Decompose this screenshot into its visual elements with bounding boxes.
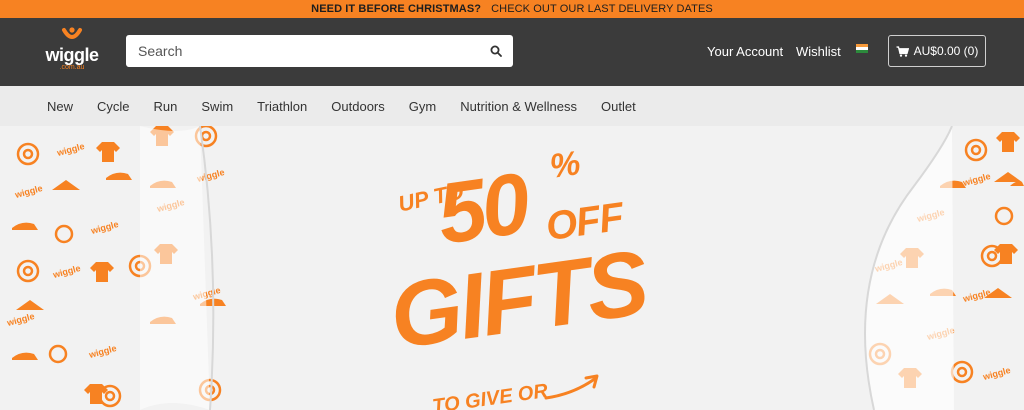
logo-text: wiggle	[45, 45, 99, 65]
hero-percent-sign: %	[547, 144, 583, 186]
svg-text:wiggle: wiggle	[961, 287, 992, 304]
promo-delivery-link[interactable]: CHECK OUT OUR LAST DELIVERY DATES	[491, 3, 713, 15]
nav-item-triathlon[interactable]: Triathlon	[257, 99, 307, 114]
wishlist-link[interactable]: Wishlist	[796, 44, 841, 59]
paper-curl-right	[864, 126, 954, 410]
nav-item-swim[interactable]: Swim	[201, 99, 233, 114]
svg-text:wiggle: wiggle	[55, 141, 86, 158]
logo-domain: .com.au	[59, 64, 85, 71]
nav-item-gym[interactable]: Gym	[409, 99, 436, 114]
svg-text:wiggle: wiggle	[13, 183, 44, 200]
nav-item-run[interactable]: Run	[154, 99, 178, 114]
paper-curl-left	[140, 126, 215, 410]
basket-total: AU$0.00 (0)	[913, 44, 979, 58]
search-input[interactable]	[126, 35, 479, 67]
your-account-link[interactable]: Your Account	[707, 44, 783, 59]
hero-headline: UP TO 50 % OFF GIFTS TO GIVE OR	[376, 144, 656, 410]
svg-text:wiggle: wiggle	[5, 311, 36, 328]
hero-banner[interactable]: wiggle wiggle wiggle wiggle wiggle wiggl…	[0, 126, 1024, 410]
nav-item-nutrition-wellness[interactable]: Nutrition & Wellness	[460, 99, 577, 114]
wiggle-logo[interactable]: wiggle .com.au	[44, 26, 100, 78]
nav-item-outlet[interactable]: Outlet	[601, 99, 636, 114]
category-nav: New Cycle Run Swim Triathlon Outdoors Gy…	[0, 86, 1024, 126]
svg-text:wiggle: wiggle	[89, 219, 120, 236]
search-bar	[126, 35, 513, 67]
svg-text:wiggle: wiggle	[981, 365, 1012, 382]
svg-text:wiggle: wiggle	[961, 171, 992, 188]
search-button[interactable]	[479, 35, 513, 67]
arrow-icon	[544, 374, 599, 400]
site-header: wiggle .com.au Your Account Wishlist AU$…	[0, 18, 1024, 86]
svg-text:wiggle: wiggle	[87, 343, 118, 360]
promo-headline: NEED IT BEFORE CHRISTMAS?	[311, 3, 482, 15]
hero-percent-value: 50	[431, 155, 532, 263]
india-flag-icon[interactable]	[856, 44, 868, 53]
search-icon	[490, 45, 502, 57]
cart-icon	[896, 45, 909, 57]
hero-to-give: TO GIVE OR	[430, 380, 550, 410]
basket-button[interactable]: AU$0.00 (0)	[888, 35, 986, 67]
promo-bar: NEED IT BEFORE CHRISTMAS? CHECK OUT OUR …	[0, 0, 1024, 18]
nav-item-outdoors[interactable]: Outdoors	[331, 99, 384, 114]
nav-item-cycle[interactable]: Cycle	[97, 99, 130, 114]
svg-text:wiggle: wiggle	[51, 263, 82, 280]
hero-gifts: GIFTS	[384, 231, 652, 369]
logo-mark-icon	[62, 27, 82, 39]
nav-item-new[interactable]: New	[47, 99, 73, 114]
